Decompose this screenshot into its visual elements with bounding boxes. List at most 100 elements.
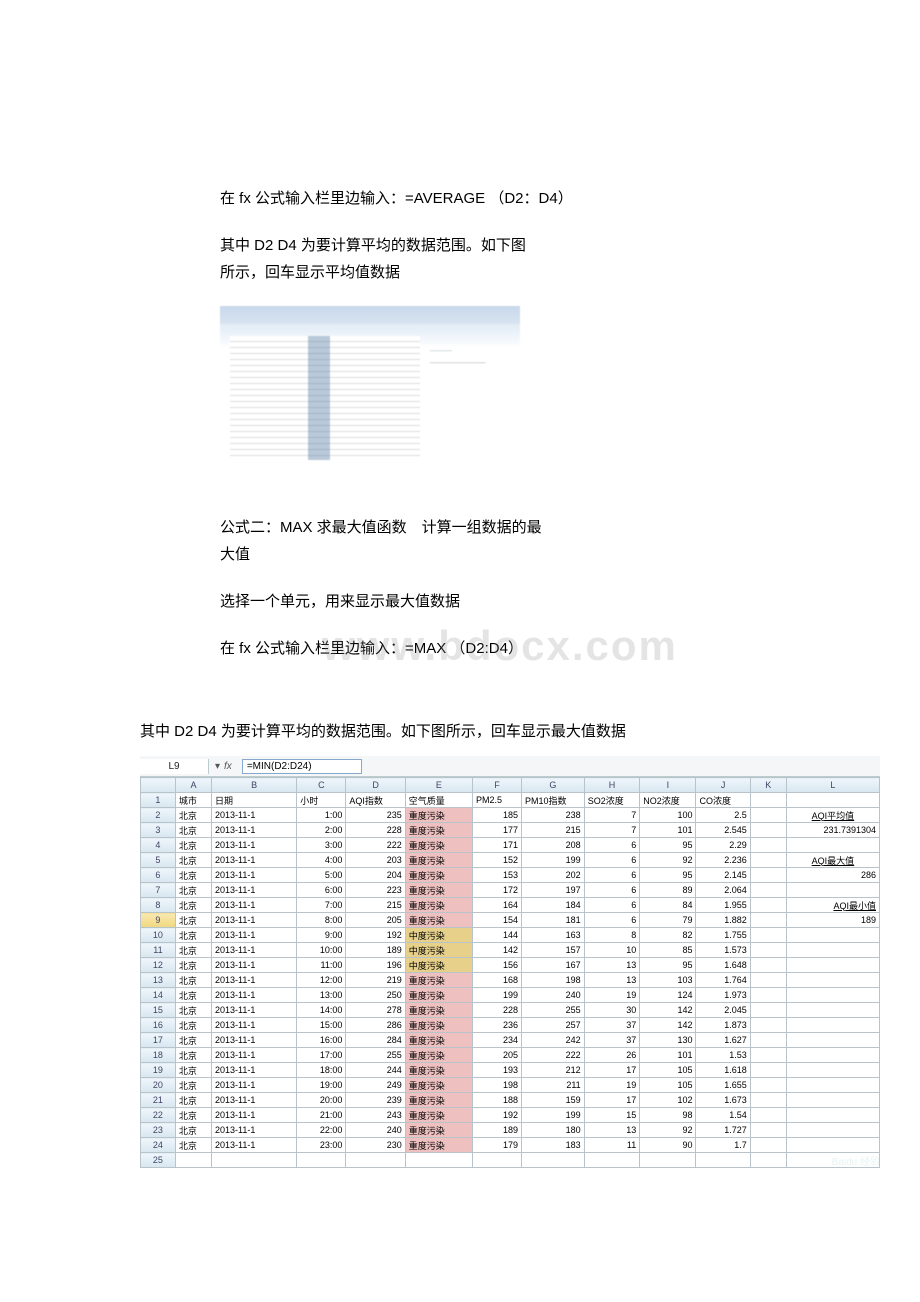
data-cell[interactable]: 2013-11-1: [212, 823, 297, 838]
data-cell[interactable]: 1.973: [696, 988, 750, 1003]
data-cell[interactable]: 89: [640, 883, 696, 898]
row-header[interactable]: 20: [141, 1078, 176, 1093]
data-cell[interactable]: [750, 853, 786, 868]
data-cell[interactable]: 重度污染: [405, 1063, 472, 1078]
data-cell[interactable]: 19: [584, 988, 640, 1003]
data-cell[interactable]: [405, 1153, 472, 1168]
col-header[interactable]: K: [750, 778, 786, 793]
side-cell[interactable]: AQI平均值: [786, 808, 879, 823]
data-cell[interactable]: 北京: [175, 1093, 211, 1108]
table-row[interactable]: 6北京2013-11-15:00204重度污染1532026952.145286: [141, 868, 880, 883]
data-cell[interactable]: 13: [584, 1123, 640, 1138]
data-cell[interactable]: 154: [472, 913, 521, 928]
row-header[interactable]: 24: [141, 1138, 176, 1153]
data-cell[interactable]: 2013-11-1: [212, 1003, 297, 1018]
data-cell[interactable]: 85: [640, 943, 696, 958]
data-cell[interactable]: 中度污染: [405, 928, 472, 943]
data-cell[interactable]: 240: [346, 1123, 405, 1138]
data-cell[interactable]: 142: [640, 1018, 696, 1033]
table-row[interactable]: 5北京2013-11-14:00203重度污染1521996922.236AQI…: [141, 853, 880, 868]
table-row[interactable]: 3北京2013-11-12:00228重度污染17721571012.54523…: [141, 823, 880, 838]
data-cell[interactable]: 北京: [175, 1078, 211, 1093]
col-header[interactable]: E: [405, 778, 472, 793]
data-cell[interactable]: 92: [640, 853, 696, 868]
data-cell[interactable]: 北京: [175, 958, 211, 973]
row-header[interactable]: 21: [141, 1093, 176, 1108]
row-header[interactable]: 7: [141, 883, 176, 898]
header-cell[interactable]: PM10指数: [522, 793, 585, 808]
data-cell[interactable]: 北京: [175, 883, 211, 898]
data-cell[interactable]: 1.673: [696, 1093, 750, 1108]
data-cell[interactable]: 2.064: [696, 883, 750, 898]
data-cell[interactable]: 重度污染: [405, 1123, 472, 1138]
data-cell[interactable]: [522, 1153, 585, 1168]
data-cell[interactable]: 12:00: [297, 973, 346, 988]
data-cell[interactable]: 1.873: [696, 1018, 750, 1033]
data-cell[interactable]: 192: [346, 928, 405, 943]
data-cell[interactable]: 101: [640, 823, 696, 838]
data-cell[interactable]: 15:00: [297, 1018, 346, 1033]
data-cell[interactable]: 6: [584, 868, 640, 883]
header-cell[interactable]: CO浓度: [696, 793, 750, 808]
col-header[interactable]: A: [175, 778, 211, 793]
data-cell[interactable]: 7: [584, 808, 640, 823]
header-cell[interactable]: [786, 793, 879, 808]
data-cell[interactable]: 2013-11-1: [212, 973, 297, 988]
data-cell[interactable]: 北京: [175, 943, 211, 958]
data-cell[interactable]: 北京: [175, 823, 211, 838]
data-cell[interactable]: [750, 868, 786, 883]
name-box[interactable]: L9: [140, 759, 209, 774]
data-cell[interactable]: 16:00: [297, 1033, 346, 1048]
data-cell[interactable]: 1.573: [696, 943, 750, 958]
data-cell[interactable]: 199: [522, 1108, 585, 1123]
data-cell[interactable]: 6: [584, 838, 640, 853]
data-cell[interactable]: 100: [640, 808, 696, 823]
data-cell[interactable]: 211: [522, 1078, 585, 1093]
data-cell[interactable]: 北京: [175, 1123, 211, 1138]
data-cell[interactable]: 11: [584, 1138, 640, 1153]
data-cell[interactable]: [750, 823, 786, 838]
data-cell[interactable]: 2013-11-1: [212, 988, 297, 1003]
data-cell[interactable]: 重度污染: [405, 1108, 472, 1123]
data-cell[interactable]: 重度污染: [405, 973, 472, 988]
data-cell[interactable]: [750, 943, 786, 958]
col-header[interactable]: D: [346, 778, 405, 793]
side-cell[interactable]: [786, 838, 879, 853]
row-header[interactable]: 22: [141, 1108, 176, 1123]
data-cell[interactable]: 1:00: [297, 808, 346, 823]
side-cell[interactable]: 189: [786, 913, 879, 928]
data-cell[interactable]: 5:00: [297, 868, 346, 883]
data-cell[interactable]: 北京: [175, 913, 211, 928]
data-cell[interactable]: 重度污染: [405, 1093, 472, 1108]
data-cell[interactable]: 2013-11-1: [212, 928, 297, 943]
table-row[interactable]: 14北京2013-11-113:00250重度污染199240191241.97…: [141, 988, 880, 1003]
data-cell[interactable]: 188: [472, 1093, 521, 1108]
data-cell[interactable]: 168: [472, 973, 521, 988]
data-cell[interactable]: 7: [584, 823, 640, 838]
data-cell[interactable]: [640, 1153, 696, 1168]
data-cell[interactable]: 10:00: [297, 943, 346, 958]
row-header[interactable]: 3: [141, 823, 176, 838]
data-cell[interactable]: 105: [640, 1063, 696, 1078]
data-cell[interactable]: 重度污染: [405, 1138, 472, 1153]
data-cell[interactable]: 17:00: [297, 1048, 346, 1063]
data-cell[interactable]: [750, 1063, 786, 1078]
data-cell[interactable]: 2013-11-1: [212, 1018, 297, 1033]
side-cell[interactable]: [786, 1018, 879, 1033]
data-cell[interactable]: 189: [346, 943, 405, 958]
fx-icon[interactable]: fx: [224, 761, 236, 772]
data-cell[interactable]: 196: [346, 958, 405, 973]
data-cell[interactable]: 重度污染: [405, 883, 472, 898]
data-cell[interactable]: 2013-11-1: [212, 853, 297, 868]
data-cell[interactable]: 228: [346, 823, 405, 838]
data-cell[interactable]: 250: [346, 988, 405, 1003]
data-cell[interactable]: 103: [640, 973, 696, 988]
data-cell[interactable]: [175, 1153, 211, 1168]
col-header[interactable]: G: [522, 778, 585, 793]
data-cell[interactable]: [750, 1018, 786, 1033]
data-cell[interactable]: 19:00: [297, 1078, 346, 1093]
data-cell[interactable]: [297, 1153, 346, 1168]
table-row[interactable]: 22北京2013-11-121:00243重度污染19219915981.54: [141, 1108, 880, 1123]
table-row[interactable]: 8北京2013-11-17:00215重度污染1641846841.955AQI…: [141, 898, 880, 913]
data-cell[interactable]: 14:00: [297, 1003, 346, 1018]
